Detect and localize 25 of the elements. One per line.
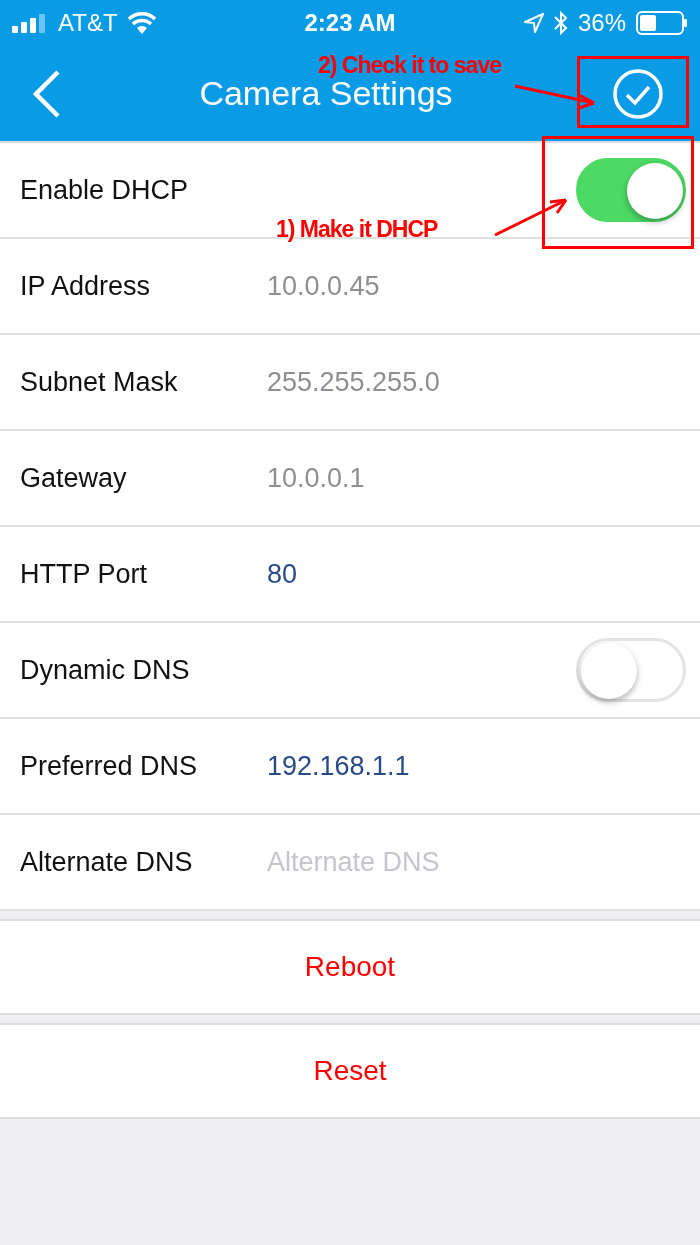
row-label: Alternate DNS [20, 846, 194, 878]
toggle-switch[interactable] [576, 158, 686, 222]
battery-icon [636, 11, 688, 35]
row-label: Enable DHCP [20, 174, 190, 206]
row-label: Preferred DNS [20, 750, 199, 782]
toggle-switch[interactable] [576, 638, 686, 702]
row-label: Subnet Mask [20, 366, 179, 398]
clock-time: 2:23 AM [304, 9, 396, 37]
signal-icon [12, 13, 48, 33]
input-field[interactable]: 192.168.1.1 [267, 750, 627, 782]
row-label: IP Address [20, 270, 152, 302]
carrier-name: AT&T [58, 9, 118, 37]
action-button[interactable]: Reset [0, 1025, 700, 1117]
annotation-text: 1) Make it DHCP [276, 216, 438, 243]
action-button[interactable]: Reboot [0, 921, 700, 1013]
checkmark-circle-icon [612, 67, 664, 120]
bluetooth-icon [553, 11, 568, 35]
battery-percent: 36% [577, 9, 626, 37]
input-field[interactable]: 80 [267, 558, 627, 590]
row-label: HTTP Port [20, 558, 149, 590]
row-label: Dynamic DNS [20, 654, 191, 686]
input-field[interactable]: Alternate DNS [267, 846, 627, 878]
row-label: Gateway [20, 462, 128, 494]
wifi-icon [127, 12, 156, 34]
location-arrow-icon [523, 13, 544, 33]
